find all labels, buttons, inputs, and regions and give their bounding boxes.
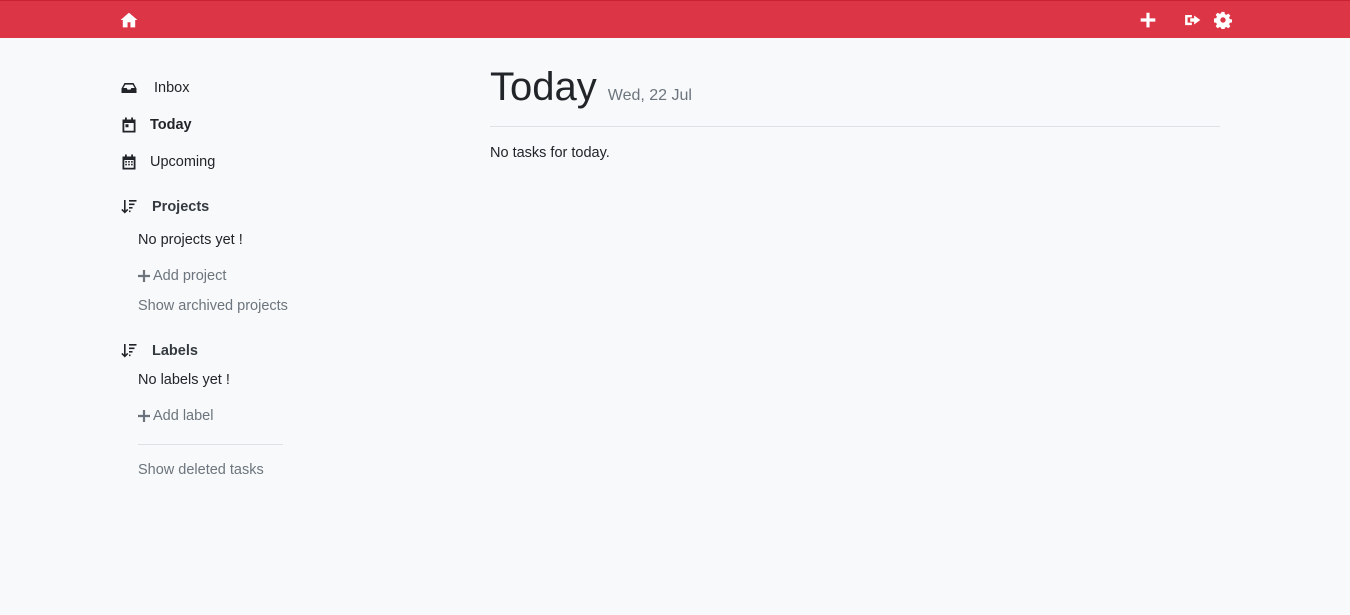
sidebar-item-upcoming[interactable]: Upcoming	[121, 150, 215, 174]
show-archived-projects-link[interactable]: Show archived projects	[138, 298, 288, 314]
show-deleted-tasks-link[interactable]: Show deleted tasks	[138, 462, 264, 478]
projects-title: Projects	[152, 199, 210, 215]
sidebar-item-label: Upcoming	[150, 154, 216, 170]
labels-empty-message: No labels yet !	[138, 372, 230, 388]
calendar-icon	[121, 154, 137, 170]
sidebar-item-today[interactable]: Today	[121, 113, 192, 137]
tasks-empty-message: No tasks for today.	[490, 145, 610, 161]
labels-header: Labels	[121, 339, 198, 363]
sidebar: Inbox Today Upcoming Projects No project…	[93, 64, 470, 615]
plus-icon[interactable]	[1139, 11, 1157, 29]
add-label-label: Add label	[153, 408, 214, 424]
inbox-icon	[121, 80, 137, 96]
sidebar-divider	[138, 444, 283, 445]
calendar-day-icon	[121, 117, 137, 133]
sidebar-item-inbox[interactable]: Inbox	[121, 76, 189, 100]
add-label-link[interactable]: Add label	[138, 408, 213, 424]
add-project-label: Add project	[153, 268, 227, 284]
page-heading: Today Wed, 22 Jul	[490, 64, 692, 110]
projects-header: Projects	[121, 195, 209, 219]
projects-empty-message: No projects yet !	[138, 232, 243, 248]
page-date: Wed, 22 Jul	[607, 87, 692, 104]
top-navbar	[0, 0, 1350, 38]
sidebar-item-label: Today	[150, 117, 192, 133]
sort-icon[interactable]	[121, 199, 137, 215]
page-title: Today	[490, 65, 597, 109]
labels-title: Labels	[152, 343, 198, 359]
plus-icon	[138, 410, 150, 422]
sort-icon[interactable]	[121, 343, 137, 359]
sign-out-icon[interactable]	[1184, 11, 1202, 29]
add-project-link[interactable]: Add project	[138, 268, 226, 284]
plus-icon	[138, 270, 150, 282]
sidebar-item-label: Inbox	[154, 80, 190, 96]
gear-icon[interactable]	[1214, 11, 1232, 29]
home-icon[interactable]	[120, 11, 138, 29]
heading-divider	[490, 126, 1220, 127]
